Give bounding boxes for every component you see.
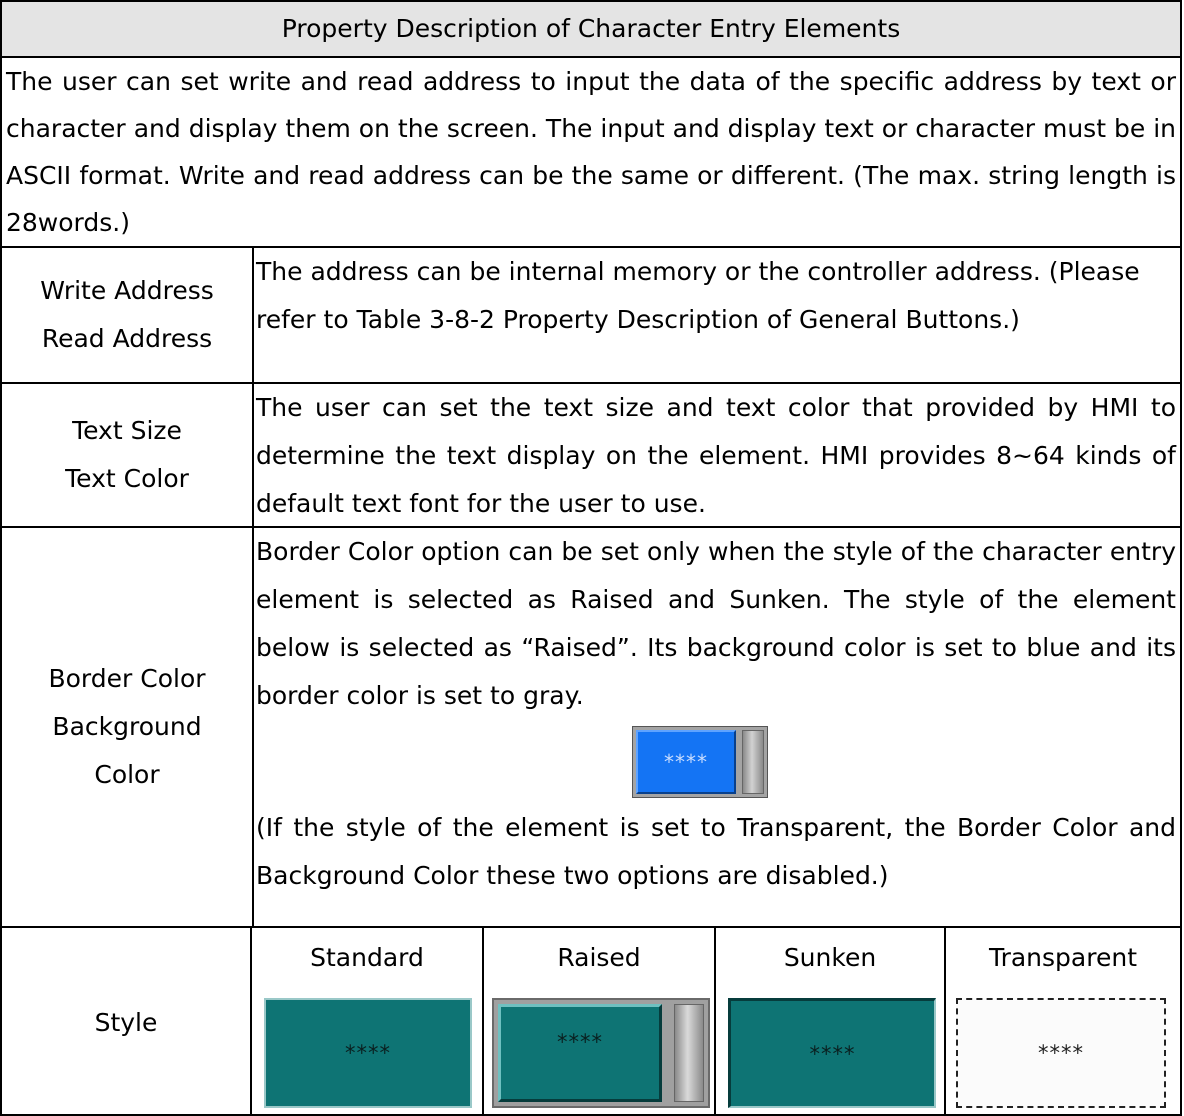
property-table: Property Description of Character Entry … [0,0,1182,1116]
raised-face: **** [498,1004,662,1102]
style-standard-name: Standard [310,943,424,972]
address-description: The address can be internal memory or th… [256,257,1140,334]
raised-grip [674,1004,704,1102]
border-color-label: Border Color [48,664,206,693]
style-raised-name: Raised [557,943,641,972]
style-standard-col: Standard **** [252,928,484,1116]
row-address: Write Address Read Address The address c… [2,248,1180,384]
border-description: Border Color option can be set only when… [256,537,1176,710]
row-style: Style Standard **** Raised **** Sunken *… [2,928,1180,1116]
raised-blue-sample: **** [632,726,768,798]
border-label: Border Color Background Color [2,528,254,926]
color-label: Color [94,760,160,789]
border-description-block: Border Color option can be set only when… [256,528,1176,900]
text-label: Text Size Text Color [2,384,254,526]
raised-sample-area: **** [256,720,1176,804]
style-transparent-col: Transparent **** [946,928,1180,1116]
text-color-label: Text Color [65,464,189,493]
read-address-label: Read Address [41,324,213,353]
sample-face: **** [636,730,736,794]
write-address-label: Write Address [40,276,214,305]
address-label: Write Address Read Address [2,248,254,382]
style-sunken-col: Sunken **** [716,928,946,1116]
table-header: Property Description of Character Entry … [2,2,1180,58]
row-text: Text Size Text Color The user can set th… [2,384,1180,528]
text-description: The user can set the text size and text … [256,393,1176,518]
style-label: Style [2,928,252,1116]
sample-grip [742,730,764,794]
border-note: (If the style of the element is set to T… [256,813,1176,890]
style-sunken-sample: **** [728,998,936,1108]
style-transparent-sample: **** [956,998,1166,1108]
background-label: Background [52,712,202,741]
style-sunken-name: Sunken [783,943,877,972]
text-size-label: Text Size [72,416,182,445]
style-raised-col: Raised **** [484,928,716,1116]
style-standard-sample: **** [264,998,472,1108]
style-transparent-name: Transparent [988,943,1137,972]
style-raised-sample: **** [492,998,710,1108]
intro-paragraph: The user can set write and read address … [2,58,1180,248]
row-border: Border Color Background Color Border Col… [2,528,1180,928]
